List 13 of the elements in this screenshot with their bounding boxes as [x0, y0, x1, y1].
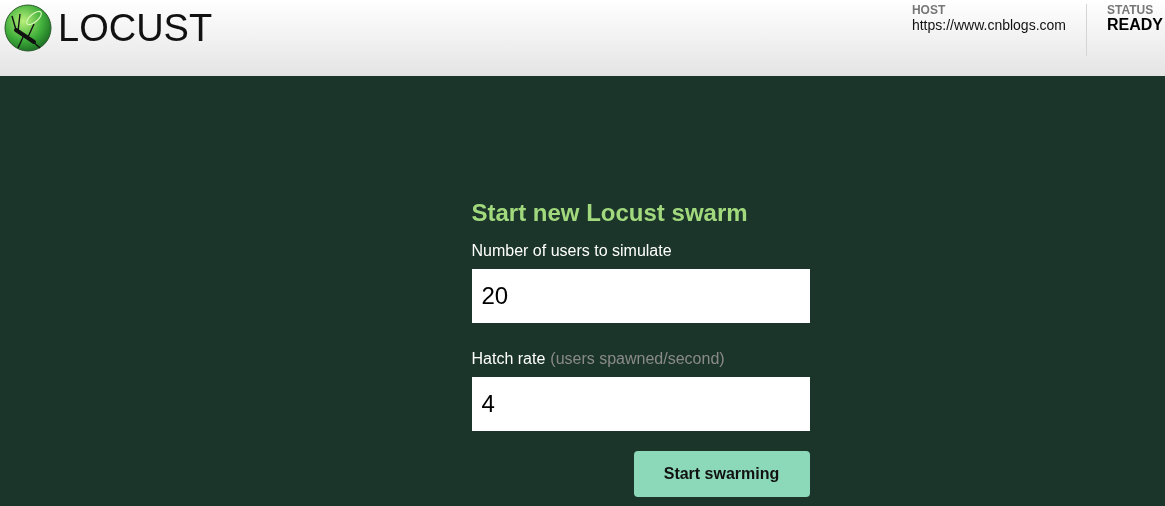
start-swarming-button[interactable]: Start swarming: [633, 451, 810, 497]
field-label: Hatch rate: [471, 350, 546, 368]
host-value: https://www.cnblogs.com: [911, 16, 1066, 34]
host-label: HOST: [911, 4, 947, 16]
form-title: Start new Locust swarm: [471, 198, 749, 228]
status-label: STATUS: [1107, 4, 1155, 16]
input-field[interactable]: 4: [471, 377, 810, 431]
input-field[interactable]: 20: [471, 269, 810, 323]
locust-logo-icon: [4, 4, 52, 52]
logo-text: LOCUST: [58, 6, 213, 51]
field-label: Number of users to simulate: [471, 242, 672, 260]
status-value: READY: [1107, 16, 1163, 34]
field-hint: (users spawned/second): [550, 350, 725, 368]
